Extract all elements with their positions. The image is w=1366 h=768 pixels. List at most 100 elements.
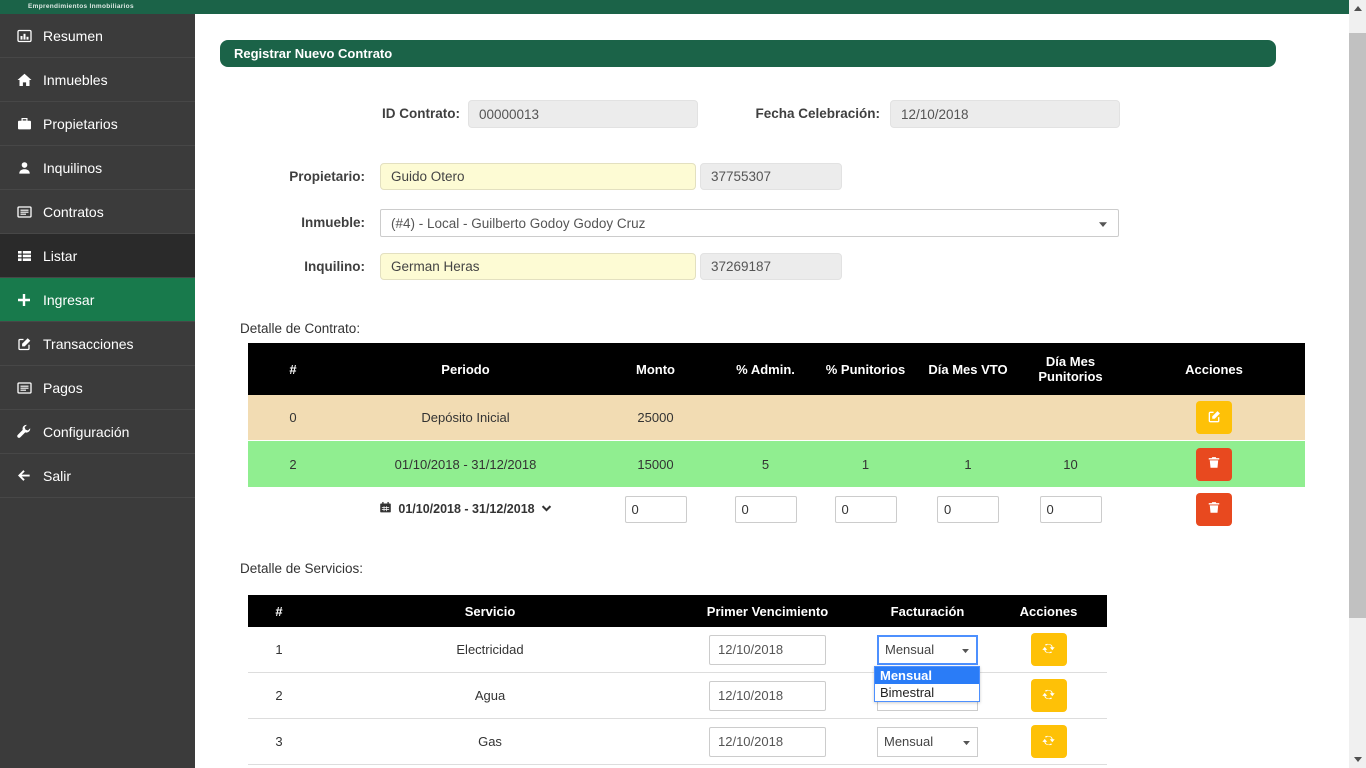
sidebar-item-label: Inquilinos <box>43 160 102 176</box>
edit-icon <box>1207 409 1222 427</box>
wrench-icon <box>15 424 33 440</box>
fecha-celebracion-field[interactable] <box>890 100 1120 128</box>
sidebar-item-label: Listar <box>43 248 77 264</box>
contrato-section-title: Detalle de Contrato: <box>240 321 360 336</box>
scrollbar[interactable] <box>1349 0 1366 768</box>
cell-monto: 25000 <box>593 395 718 440</box>
list-card-icon <box>15 204 33 220</box>
cell-num: 0 <box>248 395 338 440</box>
vencimiento-input[interactable] <box>709 681 826 711</box>
cell-dia-vto <box>918 395 1018 440</box>
cell-servicio: Gas <box>310 719 670 764</box>
monto-input[interactable] <box>625 496 687 523</box>
plus-icon <box>15 292 33 308</box>
facturacion-dropdown: Mensual Bimestral <box>874 666 980 702</box>
col-admin: % Admin. <box>718 343 813 395</box>
inmueble-select[interactable]: (#4) - Local - Guilberto Godoy Godoy Cru… <box>380 209 1119 237</box>
col-servicio: Servicio <box>310 595 670 627</box>
scroll-up-arrow[interactable] <box>1349 0 1366 17</box>
sidebar-item-transacciones[interactable]: Transacciones <box>0 322 195 366</box>
cell-servicio: Electricidad <box>310 627 670 672</box>
brand-logo: Emprendimientos Inmobiliarios <box>28 3 134 10</box>
cell-admin: 5 <box>718 441 813 487</box>
cell-num: 2 <box>248 441 338 487</box>
sidebar-item-salir[interactable]: Salir <box>0 454 195 498</box>
fecha-celebracion-label: Fecha Celebración: <box>725 100 880 128</box>
calendar-icon <box>379 501 392 517</box>
admin-input[interactable] <box>735 496 797 523</box>
facturacion-select-value: Mensual <box>885 642 934 657</box>
inquilino-dni-field[interactable] <box>700 253 842 280</box>
dia-punitorios-input[interactable] <box>1040 496 1102 523</box>
refresh-icon <box>1041 687 1056 705</box>
refresh-button[interactable] <box>1031 679 1067 712</box>
cell-servicio: Agua <box>310 673 670 718</box>
refresh-icon <box>1041 733 1056 751</box>
sidebar-item-inquilinos[interactable]: Inquilinos <box>0 146 195 190</box>
propietario-label: Propietario: <box>235 163 365 191</box>
col-dia-mes-punitorios: Día Mes Punitorios <box>1018 343 1123 395</box>
delete-button[interactable] <box>1196 448 1232 481</box>
table-row-gas: 3 Gas Mensual <box>248 719 1107 765</box>
main-content: Registrar Nuevo Contrato ID Contrato: Fe… <box>195 14 1349 768</box>
table-row-periodo: 2 01/10/2018 - 31/12/2018 15000 5 1 1 10 <box>248 441 1305 487</box>
refresh-icon <box>1041 641 1056 659</box>
cell-admin <box>718 395 813 440</box>
col-punitorios: % Punitorios <box>813 343 918 395</box>
cell-dia-punitorios <box>1018 395 1123 440</box>
sidebar-item-contratos[interactable]: Contratos <box>0 190 195 234</box>
id-contrato-field[interactable] <box>468 100 698 128</box>
list-card-icon <box>15 380 33 396</box>
daterange-picker[interactable]: 01/10/2018 - 31/12/2018 <box>379 501 551 517</box>
home-icon <box>15 72 33 88</box>
sidebar-item-listar[interactable]: Listar <box>0 234 195 278</box>
vencimiento-input[interactable] <box>709 727 826 757</box>
facturacion-select[interactable]: Mensual <box>877 727 978 757</box>
trash-icon <box>1207 455 1221 473</box>
sidebar-item-label: Pagos <box>43 380 83 396</box>
sidebar-item-pagos[interactable]: Pagos <box>0 366 195 410</box>
edit-button[interactable] <box>1196 401 1232 434</box>
contrato-input-row: 01/10/2018 - 31/12/2018 <box>248 487 1305 531</box>
inquilino-field[interactable] <box>380 253 696 280</box>
sidebar-item-propietarios[interactable]: Propietarios <box>0 102 195 146</box>
cell-num: 3 <box>248 719 310 764</box>
dropdown-option-bimestral[interactable]: Bimestral <box>875 684 979 701</box>
sidebar-item-resumen[interactable]: Resumen <box>0 14 195 58</box>
col-num: # <box>248 595 310 627</box>
delete-button[interactable] <box>1196 493 1232 526</box>
propietario-dni-field[interactable] <box>700 163 842 190</box>
servicios-table: # Servicio Primer Vencimiento Facturació… <box>248 595 1107 765</box>
arrow-left-icon <box>15 468 33 484</box>
servicios-table-header: # Servicio Primer Vencimiento Facturació… <box>248 595 1107 627</box>
col-num: # <box>248 343 338 395</box>
refresh-button[interactable] <box>1031 725 1067 758</box>
scrollbar-thumb[interactable] <box>1349 33 1366 618</box>
refresh-button[interactable] <box>1031 633 1067 666</box>
col-acciones: Acciones <box>1123 343 1305 395</box>
contrato-table-header: # Periodo Monto % Admin. % Punitorios Dí… <box>248 343 1305 395</box>
propietario-field[interactable] <box>380 163 696 190</box>
sidebar-item-configuracion[interactable]: Configuración <box>0 410 195 454</box>
servicios-section-title: Detalle de Servicios: <box>240 561 363 576</box>
cell-num: 1 <box>248 627 310 672</box>
bar-chart-icon <box>15 28 33 44</box>
punitorios-input[interactable] <box>835 496 897 523</box>
id-contrato-label: ID Contrato: <box>325 100 460 128</box>
dropdown-option-mensual[interactable]: Mensual <box>875 667 979 684</box>
cell-punitorios: 1 <box>813 441 918 487</box>
facturacion-select[interactable]: Mensual <box>877 635 978 665</box>
vencimiento-input[interactable] <box>709 635 826 665</box>
sidebar-item-inmuebles[interactable]: Inmuebles <box>0 58 195 102</box>
dia-vto-input[interactable] <box>937 496 999 523</box>
sidebar-item-ingresar[interactable]: Ingresar <box>0 278 195 322</box>
scroll-down-arrow[interactable] <box>1349 751 1366 768</box>
inquilino-label: Inquilino: <box>235 253 365 281</box>
cell-periodo: Depósito Inicial <box>338 395 593 440</box>
sidebar-item-label: Salir <box>43 468 71 484</box>
briefcase-icon <box>15 116 33 132</box>
sidebar-item-label: Inmuebles <box>43 72 108 88</box>
col-dia-mes-vto: Día Mes VTO <box>918 343 1018 395</box>
facturacion-select-value: Mensual <box>884 734 933 749</box>
cell-monto: 15000 <box>593 441 718 487</box>
